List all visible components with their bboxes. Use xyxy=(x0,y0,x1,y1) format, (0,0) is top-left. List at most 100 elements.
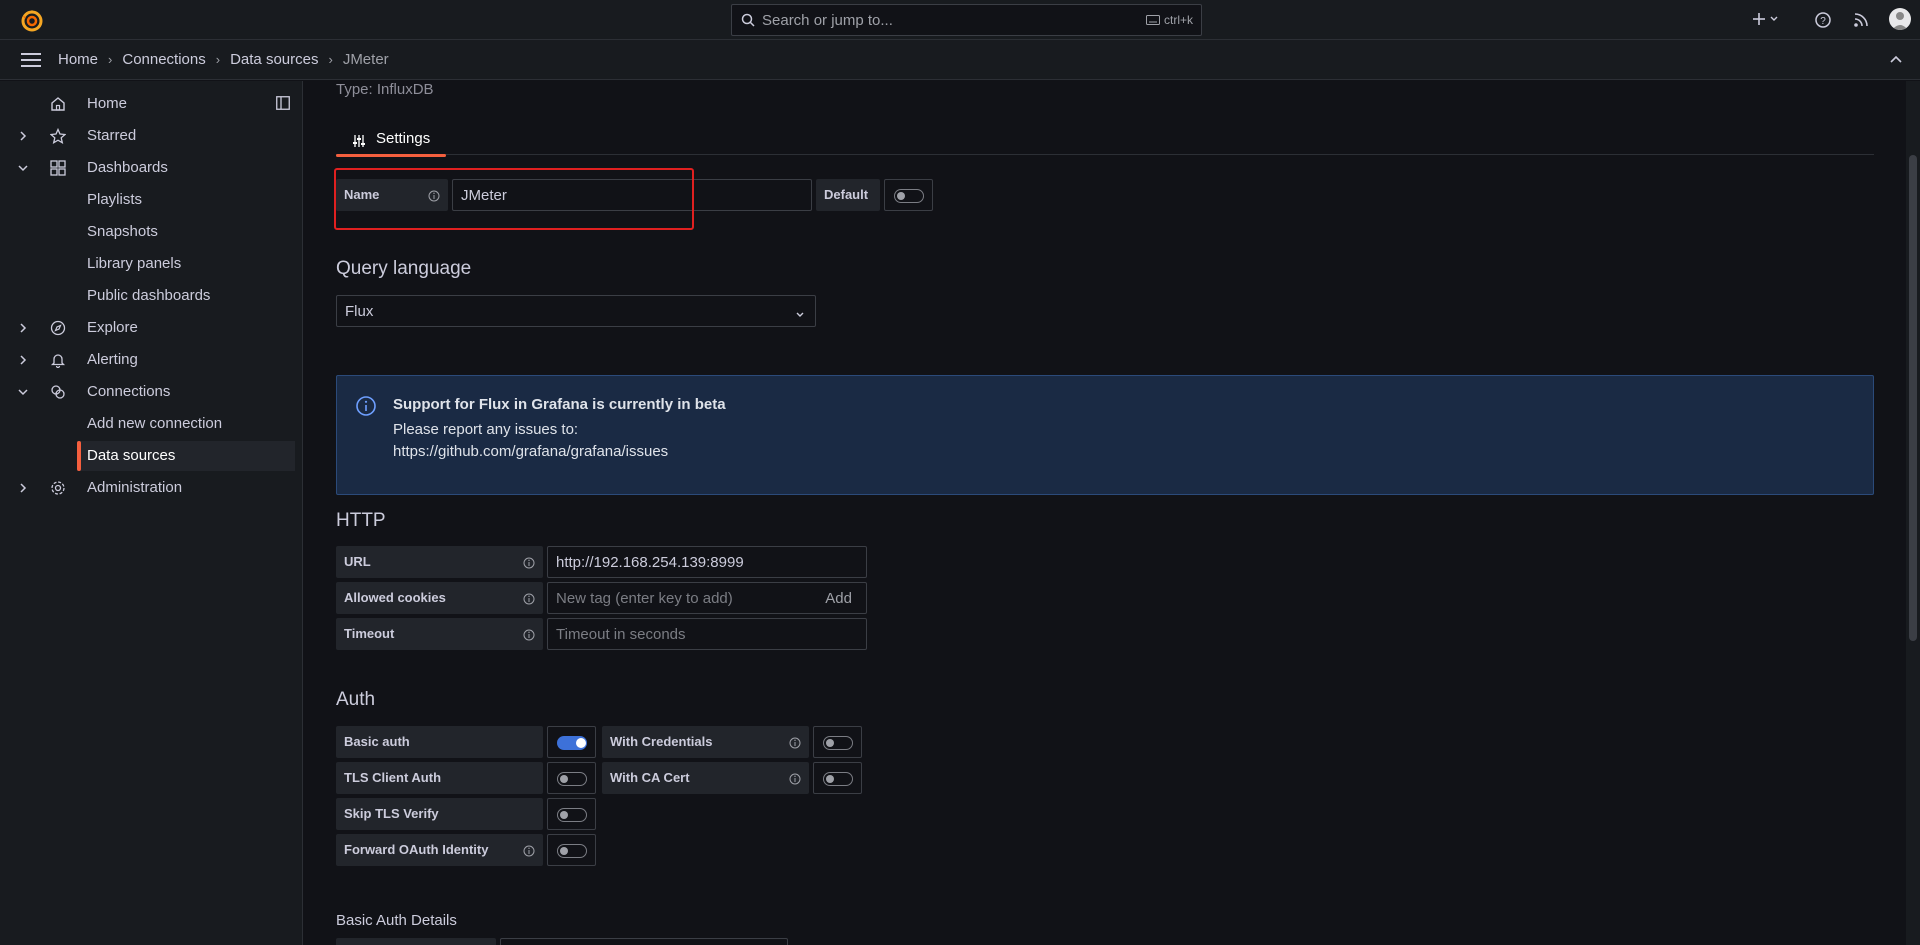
forward-oauth-toggle[interactable] xyxy=(547,834,596,866)
allowed-cookies-input[interactable]: New tag (enter key to add) Add xyxy=(547,582,867,614)
alert-body: Please report any issues to: xyxy=(393,421,579,438)
add-new-button[interactable] xyxy=(1752,10,1782,31)
connections-icon xyxy=(50,384,66,403)
chevron-down-icon[interactable] xyxy=(17,161,29,177)
sidebar-item-playlists[interactable]: Playlists xyxy=(0,185,295,215)
chevron-down-icon[interactable] xyxy=(17,385,29,401)
grafana-logo-icon[interactable] xyxy=(20,8,44,32)
sidebar-item-starred[interactable]: Starred xyxy=(0,121,295,151)
chevron-right-icon[interactable] xyxy=(17,481,29,497)
info-icon[interactable] xyxy=(789,736,801,752)
compass-icon xyxy=(50,320,66,339)
highlight-box xyxy=(334,168,694,230)
with-credentials-toggle[interactable] xyxy=(813,726,862,758)
menu-toggle-icon[interactable] xyxy=(21,52,41,71)
sidebar-item-label: Library panels xyxy=(87,255,182,272)
alert-link[interactable]: https://github.com/grafana/grafana/issue… xyxy=(393,443,668,460)
switch-knob xyxy=(576,738,586,748)
basic-auth-switch[interactable] xyxy=(557,736,587,750)
skip-tls-verify-toggle[interactable] xyxy=(547,798,596,830)
sidebar-item-add-new-connection[interactable]: Add new connection xyxy=(0,409,295,439)
with-ca-cert-label-text: With CA Cert xyxy=(610,770,690,785)
allowed-cookies-label: Allowed cookies xyxy=(336,582,543,614)
tls-client-auth-label-text: TLS Client Auth xyxy=(344,770,442,785)
forward-oauth-switch[interactable] xyxy=(557,844,587,858)
datasource-type: Type: InfluxDB xyxy=(336,81,434,98)
search-icon xyxy=(741,13,755,30)
info-circle-icon xyxy=(355,395,377,420)
switch-knob xyxy=(560,775,568,783)
info-icon[interactable] xyxy=(523,556,535,572)
sidebar-item-snapshots[interactable]: Snapshots xyxy=(0,217,295,247)
chevron-right-icon[interactable] xyxy=(17,353,29,369)
sidebar-item-label: Data sources xyxy=(87,447,176,464)
basic-auth-user-input[interactable] xyxy=(500,938,788,945)
timeout-label: Timeout xyxy=(336,618,543,650)
basic-auth-toggle[interactable] xyxy=(547,726,596,758)
sidebar-item-home[interactable]: Home xyxy=(0,89,295,119)
breadcrumb-home[interactable]: Home xyxy=(58,51,98,68)
search-shortcut-text: ctrl+k xyxy=(1163,13,1193,27)
sidebar-item-label: Public dashboards xyxy=(87,287,211,304)
info-icon[interactable] xyxy=(523,844,535,860)
sidebar-item-data-sources[interactable]: Data sources xyxy=(77,441,295,471)
sidebar-item-public-dashboards[interactable]: Public dashboards xyxy=(0,281,295,311)
collapse-header-icon[interactable] xyxy=(1889,53,1903,70)
dashboards-grid-icon xyxy=(50,160,66,179)
chevron-right-icon: › xyxy=(215,52,221,67)
default-toggle[interactable] xyxy=(884,179,933,211)
switch-knob xyxy=(560,847,568,855)
info-icon[interactable] xyxy=(523,592,535,608)
tls-client-auth-toggle[interactable] xyxy=(547,762,596,794)
gear-icon xyxy=(50,480,66,499)
tls-client-auth-switch[interactable] xyxy=(557,772,587,786)
active-indicator xyxy=(77,441,81,471)
info-icon[interactable] xyxy=(789,772,801,788)
timeout-placeholder: Timeout in seconds xyxy=(556,626,686,643)
tab-settings[interactable]: Settings xyxy=(336,125,446,157)
allowed-cookies-placeholder: New tag (enter key to add) xyxy=(556,590,733,607)
add-cookie-button[interactable]: Add xyxy=(825,590,852,607)
with-credentials-label: With Credentials xyxy=(602,726,809,758)
sidebar-item-dashboards[interactable]: Dashboards xyxy=(0,153,295,183)
search-placeholder: Search or jump to... xyxy=(762,12,893,29)
breadcrumb-connections[interactable]: Connections xyxy=(122,51,205,68)
default-switch[interactable] xyxy=(894,189,924,203)
news-feed-icon[interactable] xyxy=(1852,11,1870,32)
with-credentials-switch[interactable] xyxy=(823,736,853,750)
chevron-right-icon[interactable] xyxy=(17,321,29,337)
sidebar-item-library-panels[interactable]: Library panels xyxy=(0,249,295,279)
url-input[interactable]: http://192.168.254.139:8999 xyxy=(547,546,867,578)
sidebar-item-label: Dashboards xyxy=(87,159,168,176)
breadcrumb-data-sources[interactable]: Data sources xyxy=(230,51,318,68)
switch-knob xyxy=(826,775,834,783)
with-ca-cert-switch[interactable] xyxy=(823,772,853,786)
auth-heading: Auth xyxy=(336,689,376,710)
sidebar-item-label: Home xyxy=(87,95,128,112)
alert-title: Support for Flux in Grafana is currently… xyxy=(393,396,726,413)
chevron-right-icon[interactable] xyxy=(17,129,29,145)
search-input[interactable]: Search or jump to... ctrl+k xyxy=(731,4,1202,36)
skip-tls-verify-switch[interactable] xyxy=(557,808,587,822)
help-icon[interactable]: ? xyxy=(1814,11,1832,32)
main-content: Type: InfluxDB Settings Name JMeter Defa… xyxy=(304,81,1905,945)
sidebar-item-administration[interactable]: Administration xyxy=(0,473,295,503)
forward-oauth-label-text: Forward OAuth Identity xyxy=(344,842,489,857)
sidebar-item-label: Starred xyxy=(87,127,137,144)
keyboard-icon xyxy=(1145,15,1160,25)
switch-knob xyxy=(897,192,905,200)
sidebar-item-connections[interactable]: Connections xyxy=(0,377,295,407)
breadcrumb-current: JMeter xyxy=(342,51,389,68)
basic-auth-label: Basic auth xyxy=(336,726,543,758)
info-icon[interactable] xyxy=(523,628,535,644)
sidebar-item-alerting[interactable]: Alerting xyxy=(0,345,295,375)
sidebar-item-label: Snapshots xyxy=(87,223,158,240)
with-ca-cert-toggle[interactable] xyxy=(813,762,862,794)
sidebar-item-explore[interactable]: Explore xyxy=(0,313,295,343)
sidebar-item-label: Connections xyxy=(87,383,171,400)
user-avatar[interactable] xyxy=(1889,8,1911,30)
query-language-select[interactable]: Flux xyxy=(336,295,816,327)
timeout-input[interactable]: Timeout in seconds xyxy=(547,618,867,650)
scrollbar-thumb[interactable] xyxy=(1909,155,1917,641)
default-label: Default xyxy=(816,179,880,211)
